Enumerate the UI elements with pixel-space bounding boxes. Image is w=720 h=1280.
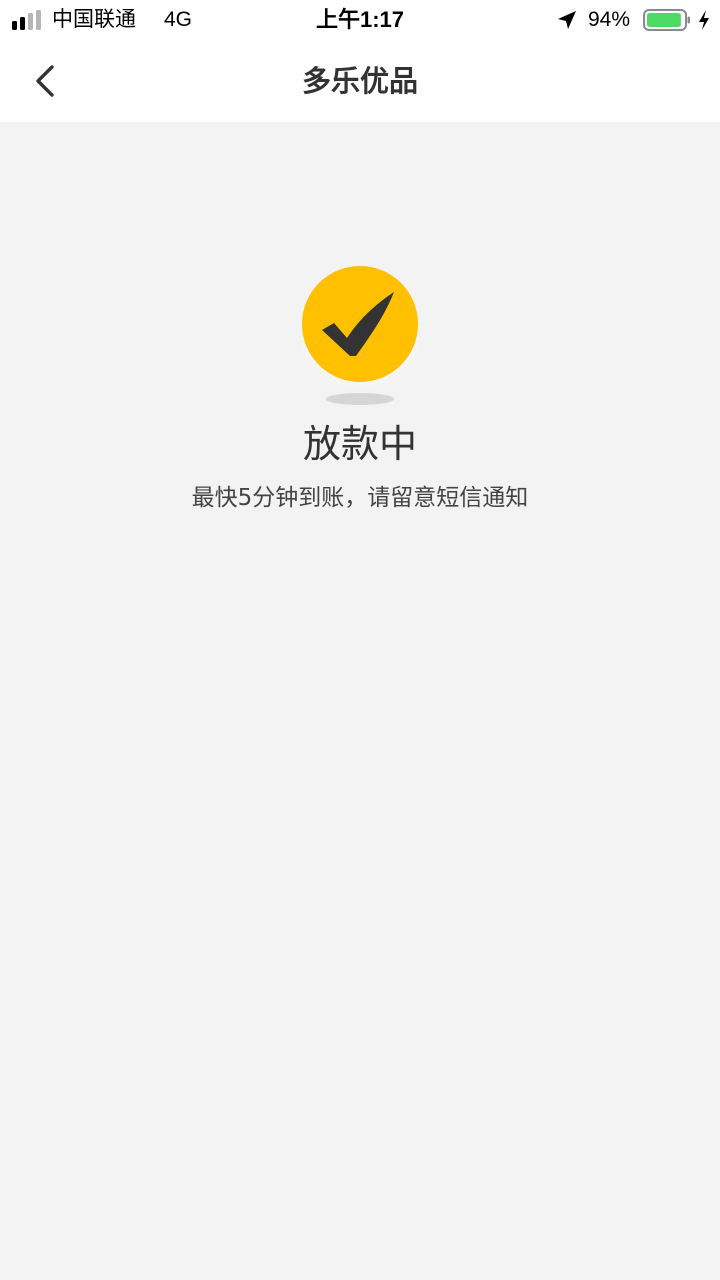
status-title: 放款中: [302, 422, 417, 466]
location-icon: [558, 11, 576, 29]
charging-icon: [699, 10, 709, 30]
status-description: 最快5分钟到账，请留意短信通知: [191, 485, 529, 511]
check-circle-icon: [302, 266, 418, 405]
nav-bar: 多乐优品: [0, 40, 720, 122]
battery-percent: 94%: [588, 8, 631, 31]
page-title: 多乐优品: [301, 64, 418, 98]
battery-icon: [643, 9, 690, 31]
result-page: 放款中 最快5分钟到账，请留意短信通知: [0, 122, 720, 1280]
status-bar: 中国联通 4G 上午1:17 94%: [0, 0, 720, 40]
